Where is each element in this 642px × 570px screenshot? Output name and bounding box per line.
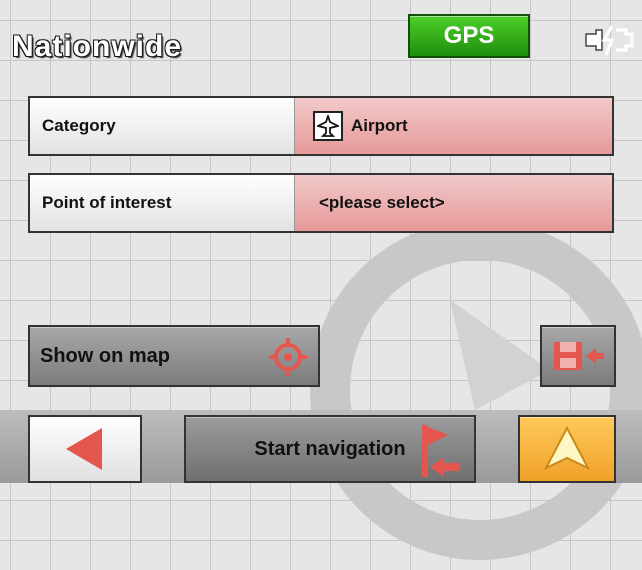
show-on-map-label: Show on map <box>40 344 170 367</box>
start-navigation-label: Start navigation <box>254 437 406 460</box>
save-to-favorites-icon <box>554 342 604 370</box>
left-arrow-icon <box>66 428 102 470</box>
category-value: Airport <box>351 116 408 135</box>
compass-watermark-icon <box>310 220 642 560</box>
navigation-arrow-icon <box>543 425 591 471</box>
category-value-field[interactable]: Airport <box>295 98 612 154</box>
poi-label: Point of interest <box>30 175 295 231</box>
poi-row[interactable]: Point of interest <please select> <box>28 173 614 233</box>
category-label: Category <box>30 98 295 154</box>
category-row[interactable]: Category Airport <box>28 96 614 156</box>
power-plug-icon[interactable] <box>582 22 634 58</box>
gps-status-badge[interactable]: GPS <box>408 14 530 58</box>
start-navigation-button[interactable]: Start navigation <box>184 415 476 483</box>
back-button[interactable] <box>28 415 142 483</box>
airplane-icon <box>313 111 343 141</box>
navigation-options-button[interactable] <box>518 415 616 483</box>
flag-arrow-icon <box>422 425 460 477</box>
show-on-map-button[interactable]: Show on map <box>28 325 320 387</box>
poi-value: <please select> <box>319 193 445 212</box>
page-title: Nationwide <box>12 30 183 63</box>
crosshair-icon <box>269 338 307 376</box>
save-to-favorites-button[interactable] <box>540 325 616 387</box>
poi-value-field[interactable]: <please select> <box>295 175 612 231</box>
